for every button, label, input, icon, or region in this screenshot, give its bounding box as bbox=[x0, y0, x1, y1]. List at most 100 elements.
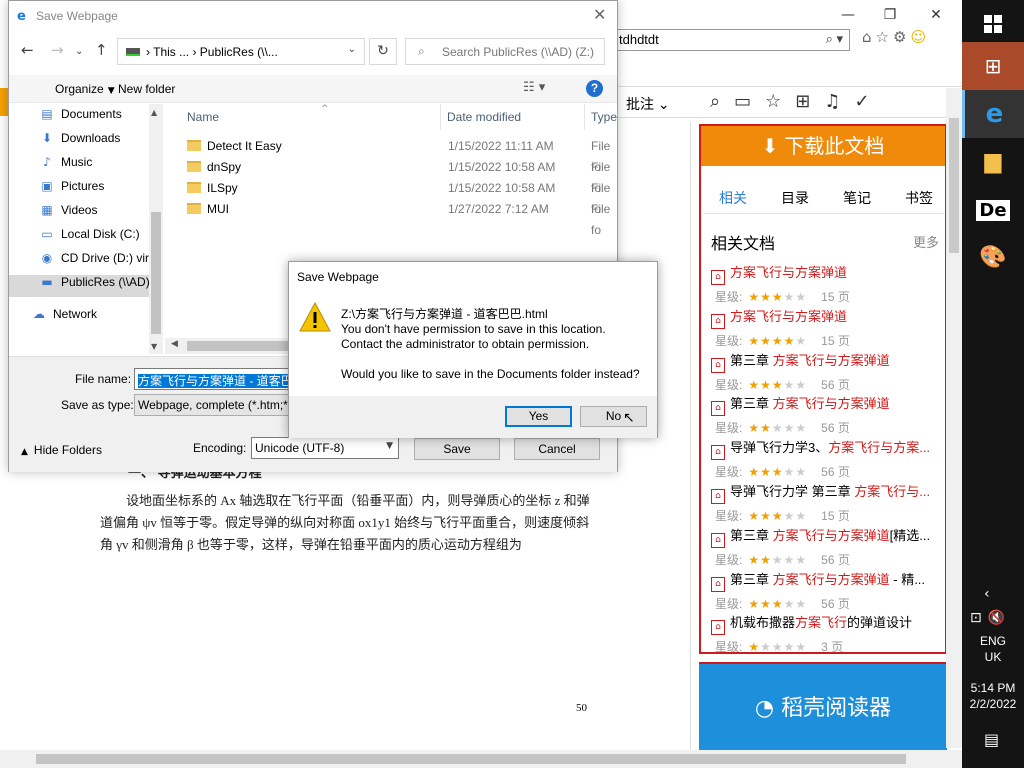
add-page-icon[interactable]: ⊞ bbox=[795, 91, 824, 112]
related-doc-title[interactable]: ⌂ 导弹飞行力学 第三章 方案飞行与... bbox=[711, 481, 941, 504]
file-name: ILSpy bbox=[187, 178, 238, 199]
smiley-icon[interactable]: ☺ bbox=[910, 28, 930, 46]
path-breadcrumb[interactable]: › This ... › PublicRes (\\... ⌄ bbox=[117, 38, 365, 65]
shield-check-icon[interactable]: ✓ bbox=[854, 91, 883, 112]
scroll-up-icon[interactable]: ▲ bbox=[151, 108, 157, 117]
save-button[interactable]: Save bbox=[414, 438, 500, 460]
column-date-modified[interactable]: Date modified bbox=[441, 104, 585, 130]
nav-pane-scrollbar[interactable]: ▲ ▼ bbox=[149, 104, 163, 354]
nav-item-network[interactable]: ☁ Network bbox=[31, 307, 149, 329]
related-doc-item[interactable]: ⌂ 导弹飞行力学 第三章 方案飞行与... 星级: ★★★★★ 15 页 bbox=[711, 481, 941, 525]
related-doc-title[interactable]: ⌂ 导弹飞行力学3、方案飞行与方案... bbox=[711, 437, 941, 461]
nav-item-music[interactable]: ♪ Music bbox=[39, 155, 157, 177]
up-arrow-icon[interactable]: ↑ bbox=[95, 41, 108, 59]
scrollbar-thumb[interactable] bbox=[36, 754, 906, 764]
search-icon[interactable]: ⌕ ▾ bbox=[826, 31, 843, 47]
nav-item-documents[interactable]: ▤ Documents bbox=[39, 107, 157, 129]
column-type[interactable]: Type bbox=[585, 104, 617, 130]
related-doc-item[interactable]: ⌂ 第三章 方案飞行与方案弹道[精选... 星级: ★★★★★ 56 页 bbox=[711, 525, 941, 569]
back-arrow-icon[interactable]: ← bbox=[21, 41, 34, 59]
close-window-button[interactable]: ✕ bbox=[916, 4, 956, 26]
column-name[interactable]: Name ^ bbox=[181, 104, 441, 130]
download-document-button[interactable]: ⬇ 下载此文档 bbox=[701, 126, 945, 166]
search-tool-icon[interactable]: ⌕ bbox=[710, 91, 734, 112]
refresh-icon[interactable]: ↻ bbox=[369, 38, 397, 65]
search-input[interactable]: ⌕ Search PublicRes (\\AD) (Z:) bbox=[405, 38, 605, 65]
favorites-star-icon[interactable]: ☆ bbox=[876, 28, 893, 46]
start-button[interactable] bbox=[962, 0, 1024, 48]
related-doc-item[interactable]: ⌂ 第三章 方案飞行与方案弹道 星级: ★★★★★ 56 页 bbox=[711, 350, 941, 394]
related-doc-title[interactable]: ⌂ 第三章 方案飞行与方案弹道[精选... bbox=[711, 525, 941, 548]
related-doc-item[interactable]: ⌂ 导弹飞行力学3、方案飞行与方案... 星级: ★★★★★ 56 页 bbox=[711, 437, 941, 481]
tab-contents[interactable]: 目录 bbox=[765, 188, 825, 208]
hide-folders-button[interactable]: ▲ Hide Folders bbox=[21, 443, 102, 457]
nav-item-videos[interactable]: ▦ Videos bbox=[39, 203, 157, 225]
scrollbar-thumb[interactable] bbox=[949, 118, 959, 253]
related-doc-item[interactable]: ⌂ 第三章 方案飞行与方案弹道 - 精... 星级: ★★★★★ 56 页 bbox=[711, 569, 941, 613]
nav-item-pictures[interactable]: ▣ Pictures bbox=[39, 179, 157, 201]
forward-arrow-icon[interactable]: → bbox=[51, 41, 64, 59]
help-icon[interactable]: ? bbox=[586, 80, 603, 97]
minimize-button[interactable]: — bbox=[828, 4, 868, 26]
file-row[interactable]: MUI 1/27/2022 7:12 AM File fo bbox=[165, 199, 617, 237]
file-row[interactable]: ILSpy 1/15/2022 10:58 AM File fo bbox=[165, 178, 617, 216]
save-tool-icon[interactable]: ▭ bbox=[734, 91, 765, 112]
recent-locations-icon[interactable]: ⌄ bbox=[75, 46, 83, 57]
related-doc-title[interactable]: ⌂ 第三章 方案飞行与方案弹道 - 精... bbox=[711, 569, 941, 592]
cancel-button[interactable]: Cancel bbox=[514, 438, 600, 460]
system-clock[interactable]: 5:14 PM 2/2/2022 bbox=[962, 680, 1024, 712]
yes-button[interactable]: Yes bbox=[505, 406, 572, 427]
taskbar-app-network[interactable]: ⊞ bbox=[962, 42, 1024, 90]
new-folder-button[interactable]: New folder bbox=[118, 82, 175, 96]
organize-button[interactable]: Organize ▼ bbox=[55, 82, 115, 96]
chevron-down-icon[interactable]: ⌄ bbox=[348, 44, 356, 55]
tab-related[interactable]: 相关 bbox=[703, 188, 763, 208]
related-doc-item[interactable]: ⌂ 第三章 方案飞行与方案弹道 星级: ★★★★★ 56 页 bbox=[711, 393, 941, 437]
related-doc-title[interactable]: ⌂ 方案飞行与方案弹道 bbox=[711, 262, 941, 285]
tab-bookmarks[interactable]: 书签 bbox=[889, 188, 949, 208]
scrollbar-thumb[interactable] bbox=[151, 212, 161, 334]
close-icon[interactable]: ✕ bbox=[593, 5, 606, 24]
file-row[interactable]: Detect It Easy 1/15/2022 11:11 AM File fo bbox=[165, 136, 617, 174]
docer-reader-banner[interactable]: ◔ 稻壳阅读器 bbox=[699, 662, 947, 750]
related-doc-title[interactable]: ⌂ 机载布撒器方案飞行的弹道设计 bbox=[711, 612, 941, 636]
related-doc-item[interactable]: ⌂ 方案飞行与方案弹道 星级: ★★★★★ 15 页 bbox=[711, 306, 941, 350]
settings-gear-icon[interactable]: ⚙ bbox=[893, 28, 910, 46]
action-center-icon[interactable]: ▤ bbox=[984, 730, 999, 749]
taskbar-paint-app[interactable]: 🎨 bbox=[962, 234, 1024, 282]
restore-button[interactable]: ❐ bbox=[870, 4, 910, 26]
page-horizontal-scrollbar[interactable] bbox=[0, 750, 962, 768]
tab-notes[interactable]: 笔记 bbox=[827, 188, 887, 208]
nav-item-cd[interactable]: ◉ CD Drive (D:) virt bbox=[39, 251, 157, 273]
encoding-select[interactable]: Unicode (UTF-8) ▼ bbox=[251, 437, 399, 459]
taskbar-die-app[interactable]: De bbox=[962, 186, 1024, 234]
related-docs-list: ⌂ 方案飞行与方案弹道 星级: ★★★★★ 15 页 ⌂ 方案飞行与方案弹道 星级: ★★★★★… bbox=[711, 262, 941, 656]
nav-item-downloads[interactable]: ⬇ Downloads bbox=[39, 131, 157, 153]
home-icon[interactable]: ⌂ bbox=[862, 28, 876, 46]
star-tool-icon[interactable]: ☆ bbox=[765, 91, 795, 112]
file-row[interactable]: dnSpy 1/15/2022 10:58 AM File fo bbox=[165, 157, 617, 195]
related-doc-title[interactable]: ⌂ 第三章 方案飞行与方案弹道 bbox=[711, 350, 941, 373]
annotation-menu[interactable]: 批注 ⌄ bbox=[626, 94, 670, 114]
page-vertical-scrollbar[interactable] bbox=[946, 88, 962, 748]
show-hidden-icons-chevron[interactable]: ‹ bbox=[984, 586, 990, 602]
related-doc-title[interactable]: ⌂ 第三章 方案飞行与方案弹道 bbox=[711, 393, 941, 417]
related-doc-item[interactable]: ⌂ 机载布撒器方案飞行的弹道设计 星级: ★★★★★ 3 页 bbox=[711, 612, 941, 656]
volume-muted-icon[interactable]: 🔇 bbox=[988, 610, 1011, 626]
taskbar-internet-explorer[interactable]: e bbox=[962, 90, 1024, 138]
bell-icon[interactable]: ♫ bbox=[824, 91, 854, 112]
scroll-down-icon[interactable]: ▼ bbox=[151, 342, 157, 351]
view-options-icon[interactable]: ☷ ▾ bbox=[523, 80, 545, 95]
taskbar-file-explorer[interactable]: ▆ bbox=[962, 138, 1024, 186]
related-doc-meta: 星级: ★★★★★ 56 页 bbox=[715, 552, 850, 567]
no-button[interactable]: No bbox=[580, 406, 647, 427]
network-tray-icon[interactable]: ⊡ bbox=[970, 610, 988, 626]
language-indicator[interactable]: ENG UK bbox=[962, 633, 1024, 665]
related-doc-item[interactable]: ⌂ 方案飞行与方案弹道 星级: ★★★★★ 15 页 bbox=[711, 262, 941, 306]
nav-item-local[interactable]: ▭ Local Disk (C:) bbox=[39, 227, 157, 249]
address-bar[interactable]: tdhdtdt ⌕ ▾ bbox=[612, 29, 850, 51]
related-doc-title[interactable]: ⌂ 方案飞行与方案弹道 bbox=[711, 306, 941, 329]
more-link[interactable]: 更多 bbox=[913, 232, 939, 251]
scroll-left-icon[interactable]: ◀ bbox=[171, 339, 178, 349]
nav-item-publicres[interactable]: ▬ PublicRes (\\AD) bbox=[9, 275, 149, 297]
